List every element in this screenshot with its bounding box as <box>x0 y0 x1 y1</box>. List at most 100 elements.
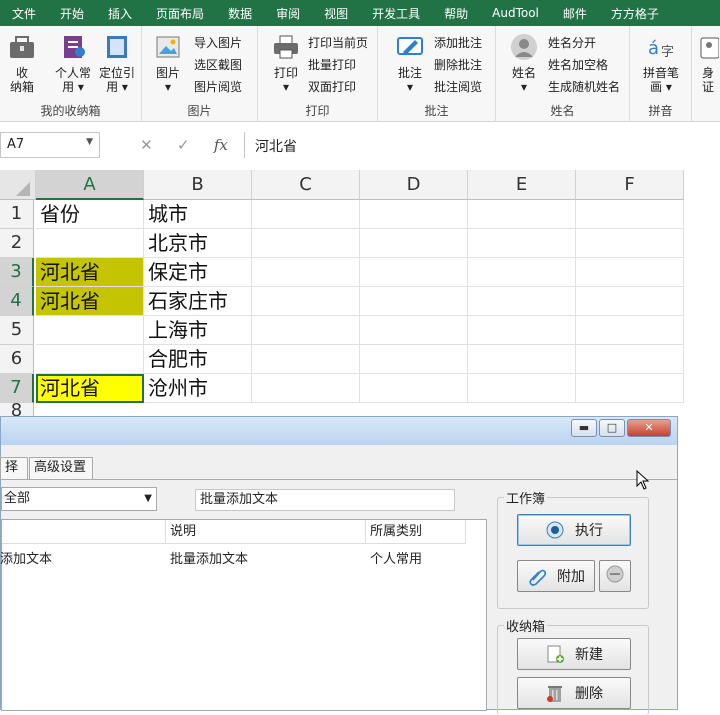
maximize-button[interactable]: □ <box>599 419 625 437</box>
cell-empty[interactable] <box>252 345 360 374</box>
list-header-desc[interactable]: 说明 <box>166 520 366 544</box>
personal-button[interactable]: 个人常 用 ▾ <box>52 32 94 94</box>
cell-empty[interactable] <box>468 374 576 403</box>
column-header-f[interactable]: F <box>576 170 684 200</box>
name-button[interactable]: 姓名 ▾ <box>506 32 542 94</box>
cell-a4[interactable]: 河北省 <box>36 287 144 316</box>
menu-tab-3[interactable]: 页面布局 <box>144 5 216 22</box>
row-header-5[interactable]: 5 <box>0 316 34 345</box>
menu-tab-6[interactable]: 视图 <box>312 5 360 22</box>
formula-input[interactable]: 河北省 <box>244 132 720 158</box>
tab-select[interactable]: 择 <box>0 457 28 479</box>
row-header-1[interactable]: 1 <box>0 200 34 229</box>
locate-button[interactable]: 定位引 用 ▾ <box>96 32 138 94</box>
screenshot-button[interactable]: 选区截图 <box>194 54 242 74</box>
menu-tab-5[interactable]: 审阅 <box>264 5 312 22</box>
list-item-category[interactable]: 个人常用 <box>366 550 422 570</box>
column-header-a[interactable]: A <box>36 170 144 200</box>
new-button[interactable]: 新建 <box>517 638 631 670</box>
list-header-name[interactable] <box>2 520 166 544</box>
category-select[interactable]: 全部 ▼ <box>1 487 157 511</box>
cell-empty[interactable] <box>360 200 468 229</box>
cell-empty[interactable] <box>252 200 360 229</box>
cell-empty[interactable] <box>576 258 684 287</box>
cell-empty[interactable] <box>360 287 468 316</box>
cell-empty[interactable] <box>468 200 576 229</box>
cell-empty[interactable] <box>576 316 684 345</box>
delete-comment-button[interactable]: 删除批注 <box>434 54 482 74</box>
cell-empty[interactable] <box>252 374 360 403</box>
cell-empty[interactable] <box>360 229 468 258</box>
menu-tab-7[interactable]: 开发工具 <box>360 5 432 22</box>
cell-empty[interactable] <box>468 345 576 374</box>
list-item-name[interactable]: 添加文本 <box>0 550 52 570</box>
row-header-7[interactable]: 7 <box>0 374 34 403</box>
browse-comment-button[interactable]: 批注阅览 <box>434 76 482 96</box>
cell-a5[interactable] <box>36 316 144 345</box>
cell-empty[interactable] <box>576 229 684 258</box>
cell-empty[interactable] <box>576 345 684 374</box>
chevron-down-icon[interactable]: ▼ <box>86 137 93 147</box>
cell-empty[interactable] <box>360 345 468 374</box>
column-header-c[interactable]: C <box>252 170 360 200</box>
cell-a2[interactable] <box>36 229 144 258</box>
row-header-3[interactable]: 3 <box>0 258 34 287</box>
comment-button[interactable]: 批注 ▾ <box>392 32 428 94</box>
list-item-desc[interactable]: 批量添加文本 <box>166 550 248 570</box>
cell-a7[interactable]: 河北省 <box>36 374 144 403</box>
cell-b5[interactable]: 上海市 <box>144 316 252 345</box>
row-header-2[interactable]: 2 <box>0 229 34 258</box>
random-name-button[interactable]: 生成随机姓名 <box>548 76 620 96</box>
cell-empty[interactable] <box>576 287 684 316</box>
minimize-button[interactable]: ▬ <box>571 419 597 437</box>
column-header-e[interactable]: E <box>468 170 576 200</box>
cell-b6[interactable]: 合肥市 <box>144 345 252 374</box>
attach-button[interactable]: 附加 <box>517 560 595 592</box>
name-space-button[interactable]: 姓名加空格 <box>548 54 608 74</box>
delete-button[interactable]: 删除 <box>517 677 631 709</box>
menu-tab-2[interactable]: 插入 <box>96 5 144 22</box>
cell-empty[interactable] <box>360 374 468 403</box>
cell-empty[interactable] <box>252 229 360 258</box>
select-all-corner[interactable] <box>0 170 36 200</box>
menu-tab-4[interactable]: 数据 <box>216 5 264 22</box>
cell-empty[interactable] <box>468 258 576 287</box>
row-header-6[interactable]: 6 <box>0 345 34 374</box>
cell-empty[interactable] <box>360 316 468 345</box>
cell-empty[interactable] <box>468 229 576 258</box>
cell-a3[interactable]: 河北省 <box>36 258 144 287</box>
menu-tab-9[interactable]: AudTool <box>480 6 551 20</box>
remove-button[interactable] <box>599 560 631 592</box>
cancel-icon[interactable]: ✕ <box>140 136 153 154</box>
print-button[interactable]: 打印 ▾ <box>268 32 304 94</box>
fx-icon[interactable]: fx <box>214 136 228 154</box>
id-button[interactable]: 身 证 <box>696 32 720 94</box>
list-header-category[interactable]: 所属类别 <box>366 520 466 544</box>
cell-a1[interactable]: 省份 <box>36 200 144 229</box>
menu-tab-11[interactable]: 方方格子 <box>599 5 671 22</box>
menu-tab-8[interactable]: 帮助 <box>432 5 480 22</box>
column-header-d[interactable]: D <box>360 170 468 200</box>
cell-b4[interactable]: 石家庄市 <box>144 287 252 316</box>
cell-empty[interactable] <box>468 287 576 316</box>
cell-empty[interactable] <box>576 374 684 403</box>
cell-empty[interactable] <box>576 200 684 229</box>
name-split-button[interactable]: 姓名分开 <box>548 32 596 52</box>
cell-empty[interactable] <box>360 258 468 287</box>
cell-b1[interactable]: 城市 <box>144 200 252 229</box>
picture-button[interactable]: 图片 ▾ <box>150 32 186 94</box>
collect-button[interactable]: 收 纳箱 <box>4 32 40 94</box>
execute-button[interactable]: 执行 <box>517 514 631 546</box>
picture-browse-button[interactable]: 图片阅览 <box>194 76 242 96</box>
pinyin-button[interactable]: á字 拼音笔 画 ▾ <box>636 32 686 94</box>
cell-empty[interactable] <box>252 287 360 316</box>
cell-empty[interactable] <box>468 316 576 345</box>
cell-b2[interactable]: 北京市 <box>144 229 252 258</box>
close-button[interactable]: ✕ <box>627 419 671 437</box>
add-comment-button[interactable]: 添加批注 <box>434 32 482 52</box>
column-header-b[interactable]: B <box>144 170 252 200</box>
cell-empty[interactable] <box>252 258 360 287</box>
cell-a6[interactable] <box>36 345 144 374</box>
menu-tab-1[interactable]: 开始 <box>48 5 96 22</box>
search-input[interactable]: 批量添加文本 <box>195 489 455 511</box>
